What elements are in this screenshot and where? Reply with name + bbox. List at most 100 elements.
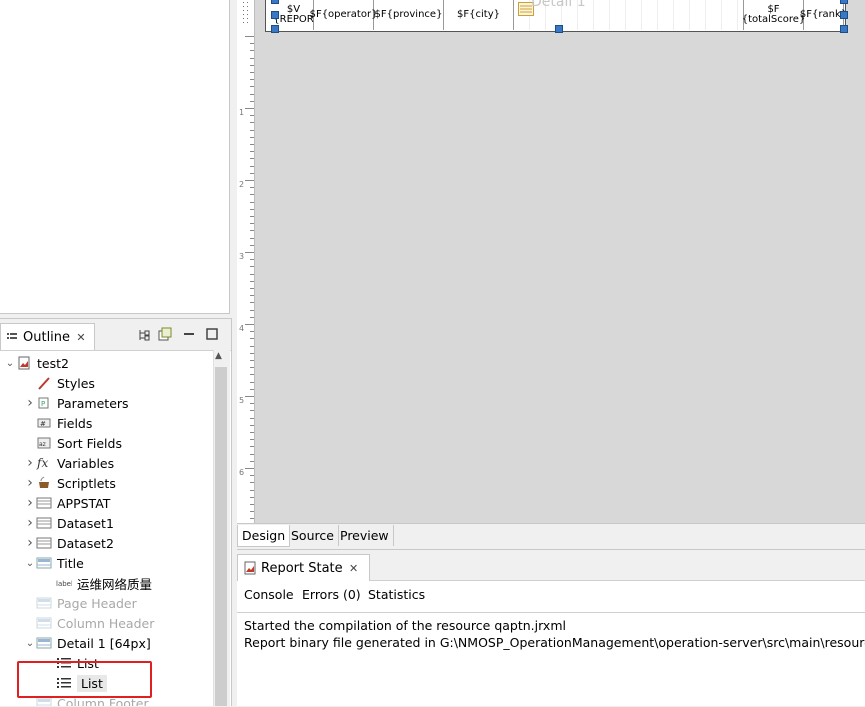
selection-handle[interactable]: [840, 25, 848, 33]
report-field-cell[interactable]: $F {totalScore}: [742, 0, 805, 30]
tree-item[interactable]: › P Parameters: [24, 393, 128, 413]
report-state-tabbar: Report State ✕: [237, 550, 865, 581]
console-log: Started the compilation of the resource …: [237, 612, 865, 707]
outline-tab[interactable]: Outline ✕: [0, 323, 96, 350]
tree-item-label: Title: [57, 555, 84, 571]
ruler-tick: [250, 374, 254, 376]
ruler-mark: [243, 2, 244, 26]
ruler-tick: [250, 496, 254, 498]
chevron-down-icon[interactable]: ⌄: [24, 557, 36, 569]
chevron-right-icon[interactable]: ›: [24, 455, 36, 471]
selection-handle[interactable]: [840, 11, 848, 19]
report-field-cell[interactable]: $F{city}: [444, 0, 514, 30]
ruler-tick: [250, 338, 254, 340]
ruler-tick: [250, 100, 254, 102]
chevron-right-icon[interactable]: ›: [24, 395, 36, 411]
sort-fields-icon: az: [36, 435, 52, 451]
tab-preview[interactable]: Preview: [336, 525, 394, 546]
selection-handle[interactable]: [840, 0, 848, 4]
tab-design[interactable]: Design: [237, 525, 291, 547]
highlight-annotation: [17, 661, 152, 698]
chevron-right-icon[interactable]: ›: [24, 475, 36, 491]
ruler-tick: [245, 108, 254, 109]
tree-item[interactable]: label 运维网络质量: [44, 573, 152, 593]
report-field-cell[interactable]: $F{province}: [374, 0, 444, 30]
ruler-tick: [250, 518, 254, 520]
outline-scroll-thumb[interactable]: [215, 367, 227, 706]
maximize-icon[interactable]: [205, 327, 219, 341]
chevron-right-icon[interactable]: ›: [24, 495, 36, 511]
ruler-tick: [250, 244, 254, 246]
selection-handle[interactable]: [271, 25, 279, 33]
tree-item[interactable]: az Sort Fields: [24, 433, 122, 453]
svg-text:az: az: [39, 441, 46, 448]
ruler-tick: [250, 309, 254, 311]
tree-item-label: Fields: [57, 415, 93, 431]
close-icon[interactable]: ✕: [347, 561, 361, 575]
close-icon[interactable]: ✕: [74, 330, 88, 344]
scriptlets-icon: [36, 475, 52, 491]
dataset-icon: [36, 535, 52, 551]
report-field-cell[interactable]: $F{rank}: [800, 0, 847, 30]
tree-item[interactable]: › APPSTAT: [24, 493, 110, 513]
chevron-down-icon[interactable]: ⌄: [4, 357, 16, 369]
ruler-tick: [245, 324, 254, 325]
tree-item-label: Detail 1 [64px]: [57, 635, 151, 651]
ruler-tick: [250, 43, 254, 45]
selection-handle[interactable]: [271, 11, 279, 19]
scroll-up-icon[interactable]: ▲: [215, 351, 222, 361]
detail-band[interactable]: $V {REPOR $F{operator} $F{province} $F{city…: [265, 0, 848, 33]
report-field-cell[interactable]: $V {REPOR: [273, 0, 314, 30]
subtab-2[interactable]: Statistics: [368, 587, 425, 602]
tree-item-label: Dataset1: [57, 515, 114, 531]
chevron-down-icon[interactable]: ⌄: [24, 637, 36, 649]
selection-handle[interactable]: [271, 0, 279, 4]
tree-item[interactable]: › Dataset2: [24, 533, 114, 553]
tab-source[interactable]: Source: [287, 525, 339, 546]
tree-toggle-icon[interactable]: [137, 328, 151, 342]
dataset-icon: [36, 515, 52, 531]
log-line: Started the compilation of the resource …: [244, 618, 566, 633]
ruler-tick: [250, 439, 254, 441]
tree-item[interactable]: Styles: [24, 373, 95, 393]
ruler-tick: [250, 50, 254, 52]
tree-item[interactable]: ⌄ test2: [4, 353, 69, 373]
subtab-1[interactable]: Errors (0): [302, 587, 361, 602]
ruler-tick: [250, 482, 254, 484]
tree-item[interactable]: › fx Variables: [24, 453, 114, 473]
tree-item-label: Variables: [57, 455, 115, 471]
report-field-cell[interactable]: $F{operator}: [310, 0, 377, 30]
tree-item[interactable]: # Fields: [24, 413, 92, 433]
outline-options-icon[interactable]: [158, 327, 172, 341]
ruler-tick: [250, 288, 254, 289]
vertical-ruler: 1234567: [237, 0, 255, 549]
design-canvas[interactable]: [237, 0, 865, 523]
ruler-tick: [250, 316, 254, 318]
tree-item[interactable]: Page Header: [24, 593, 137, 613]
ruler-tick: [250, 72, 254, 73]
band-icon: [36, 615, 52, 631]
band-icon: [36, 635, 52, 651]
tree-item[interactable]: › Scriptlets: [24, 473, 116, 493]
svg-text:label: label: [56, 580, 72, 588]
selection-handle[interactable]: [555, 25, 563, 33]
tree-item[interactable]: ⌄ Detail 1 [64px]: [24, 633, 151, 653]
editor-tabs: Design Source Preview: [237, 523, 865, 547]
minimize-icon[interactable]: [182, 327, 196, 341]
tree-item[interactable]: Column Header: [24, 613, 154, 633]
tree-item[interactable]: › Dataset1: [24, 513, 114, 533]
tree-item[interactable]: ⌄ Title: [24, 553, 84, 573]
outline-view-icon: [5, 330, 19, 344]
ruler-mark: [247, 2, 248, 26]
svg-text:#: #: [40, 420, 46, 428]
chevron-right-icon[interactable]: ›: [24, 515, 36, 531]
report-state-tab[interactable]: Report State ✕: [237, 554, 370, 581]
ruler-tick: [250, 417, 254, 419]
tree-item-label: Dataset2: [57, 535, 114, 551]
outline-panel: Outline ✕ ⌄ test2 Styles › P Parameters # Field…: [0, 318, 232, 706]
subtab-0[interactable]: Console: [244, 587, 294, 602]
ruler-number: 4: [239, 324, 245, 333]
chevron-right-icon[interactable]: ›: [24, 535, 36, 551]
